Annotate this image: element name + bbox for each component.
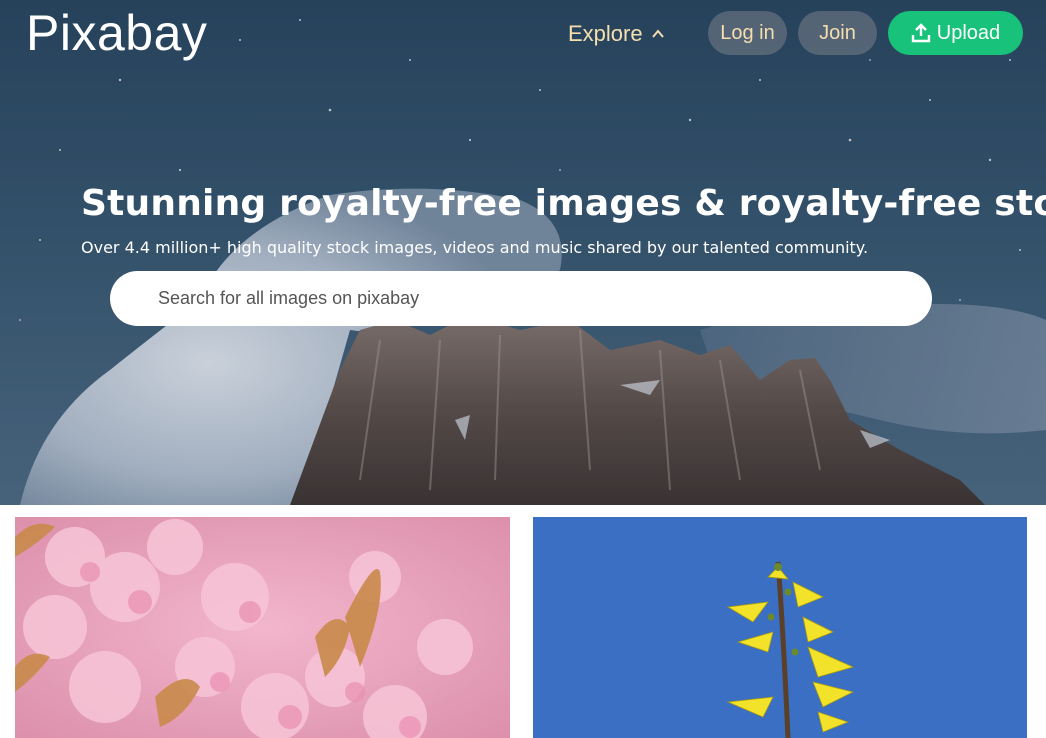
hero-section: Pixabay Explore Log in Join Upload Stunn… [0,0,1046,505]
hero-title: Stunning royalty-free images & royalty-f… [81,183,1046,224]
explore-menu-button[interactable]: Explore [568,19,665,49]
cherry-blossom-image [15,517,510,738]
upload-icon [911,23,930,43]
upload-button[interactable]: Upload [888,11,1023,55]
explore-label: Explore [568,21,643,46]
chevron-up-icon [651,29,664,38]
search-input[interactable] [110,271,932,326]
pixabay-home: Pixabay Explore Log in Join Upload Stunn… [0,0,1046,738]
join-button[interactable]: Join [798,11,877,55]
hero-subtitle: Over 4.4 million+ high quality stock ima… [81,238,869,257]
login-button[interactable]: Log in [708,11,787,55]
pixabay-logo[interactable]: Pixabay [26,4,207,62]
yellow-flower-image [533,517,1027,738]
image-tile-cherry-blossom[interactable] [15,517,510,738]
upload-label: Upload [936,21,1001,44]
image-tile-yellow-flower[interactable] [533,517,1027,738]
